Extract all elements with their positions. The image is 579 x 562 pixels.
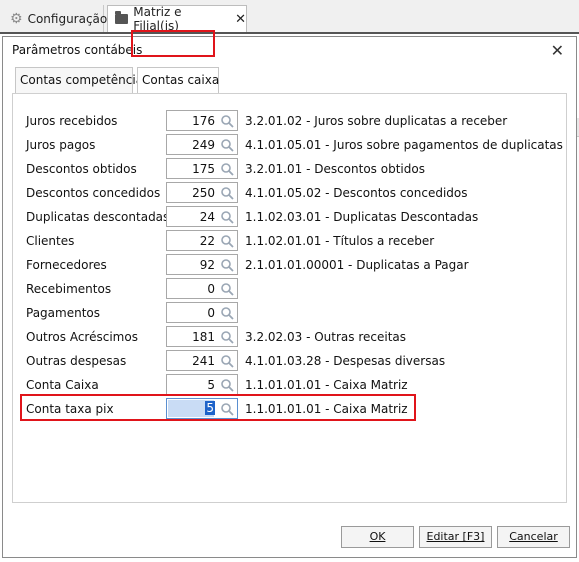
account-code-input[interactable]: 181 <box>166 326 238 347</box>
account-code-value: 175 <box>192 162 215 176</box>
tab-matriz-filial[interactable]: Matriz e Filial(is) ✕ <box>107 5 247 33</box>
folder-icon <box>115 11 129 24</box>
tab-contas-caixa[interactable]: Contas caixa <box>137 67 219 93</box>
account-description: 1.1.02.03.01 - Duplicatas Descontadas <box>245 210 479 224</box>
account-description: 1.1.01.01.01 - Caixa Matriz <box>245 402 408 416</box>
parametros-contabeis-dialog: Parâmetros contábeis ✕ Contas competênci… <box>2 36 577 558</box>
search-icon[interactable] <box>220 114 234 128</box>
account-code-input[interactable]: 24 <box>166 206 238 227</box>
account-code-input[interactable]: 249 <box>166 134 238 155</box>
search-icon[interactable] <box>220 210 234 224</box>
field-label: Conta taxa pix <box>26 402 114 416</box>
search-icon[interactable] <box>220 234 234 248</box>
field-label: Outros Acréscimos <box>26 330 138 344</box>
search-icon[interactable] <box>220 162 234 176</box>
tab-contas-competencia[interactable]: Contas competência <box>15 67 143 93</box>
account-code-value: 22 <box>199 234 215 248</box>
form-row: Outras despesas 241 4.1.01.03.28 - Despesa… <box>13 350 568 372</box>
account-code-value: 0 <box>207 306 215 320</box>
contas-caixa-panel: Juros recebidos 176 3.2.01.02 - Juros sobr… <box>12 93 567 503</box>
account-code-input[interactable]: 22 <box>166 230 238 251</box>
search-icon[interactable] <box>220 138 234 152</box>
account-code-value: 249 <box>192 138 215 152</box>
account-description: 3.2.01.02 - Juros sobre duplicatas a rec… <box>245 114 508 128</box>
account-code-value: 5 <box>205 401 215 415</box>
search-icon[interactable] <box>220 186 234 200</box>
field-label: Juros pagos <box>26 138 96 152</box>
account-code-value: 5 <box>207 378 215 392</box>
account-description: 3.2.01.01 - Descontos obtidos <box>245 162 425 176</box>
account-code-value: 250 <box>192 186 215 200</box>
form-row: Conta taxa pix 5 1.1.01.01.01 - Caixa Matr… <box>13 398 568 420</box>
field-label: Descontos obtidos <box>26 162 137 176</box>
field-label: Pagamentos <box>26 306 100 320</box>
field-label: Recebimentos <box>26 282 112 296</box>
account-code-input[interactable]: 0 <box>166 278 238 299</box>
account-code-input[interactable]: 241 <box>166 350 238 371</box>
form-row: Pagamentos 0 <box>13 302 568 324</box>
tab-configuracao-label: Configuração <box>27 11 108 26</box>
app-tab-strip: ⚙ Configuração Matriz e Filial(is) ✕ <box>0 0 579 34</box>
account-code-value: 181 <box>192 330 215 344</box>
field-label: Conta Caixa <box>26 378 99 392</box>
field-label: Clientes <box>26 234 75 248</box>
search-icon[interactable] <box>220 282 234 296</box>
account-code-value: 92 <box>199 258 215 272</box>
tab-configuracao[interactable]: ⚙ Configuração <box>0 5 107 32</box>
account-code-input[interactable]: 92 <box>166 254 238 275</box>
cancel-button[interactable]: Cancelar <box>497 526 570 548</box>
form-row: Fornecedores 92 2.1.01.01.00001 - Duplicat… <box>13 254 568 276</box>
search-icon[interactable] <box>220 402 234 416</box>
edit-button[interactable]: Editar [F3] <box>419 526 492 548</box>
search-icon[interactable] <box>220 306 234 320</box>
field-label: Juros recebidos <box>26 114 118 128</box>
search-icon[interactable] <box>220 258 234 272</box>
tab-matriz-filial-label: Matriz e Filial(is) <box>133 5 182 33</box>
field-label: Outras despesas <box>26 354 127 368</box>
form-row: Descontos concedidos 250 4.1.01.05.02 - De… <box>13 182 568 204</box>
account-code-input[interactable]: 5 <box>166 374 238 395</box>
account-description: 1.1.02.01.01 - Títulos a receber <box>245 234 435 248</box>
form-row: Clientes 22 1.1.02.01.01 - Títulos a receb… <box>13 230 568 252</box>
search-icon[interactable] <box>220 354 234 368</box>
account-code-input[interactable]: 5 <box>166 398 238 419</box>
dialog-title: Parâmetros contábeis <box>12 43 143 57</box>
form-row: Conta Caixa 5 1.1.01.01.01 - Caixa Matriz <box>13 374 568 396</box>
account-code-value: 24 <box>199 210 215 224</box>
form-row: Juros pagos 249 4.1.01.05.01 - Juros sobre… <box>13 134 568 156</box>
search-icon[interactable] <box>220 378 234 392</box>
form-row: Recebimentos 0 <box>13 278 568 300</box>
account-description: 2.1.01.01.00001 - Duplicatas a Pagar <box>245 258 469 272</box>
account-description: 3.2.02.03 - Outras receitas <box>245 330 406 344</box>
account-description: 4.1.01.05.02 - Descontos concedidos <box>245 186 468 200</box>
ok-button[interactable]: OK <box>341 526 414 548</box>
account-code-input[interactable]: 250 <box>166 182 238 203</box>
account-code-input[interactable]: 176 <box>166 110 238 131</box>
gear-icon: ⚙ <box>10 10 23 27</box>
field-label: Fornecedores <box>26 258 107 272</box>
account-code-input[interactable]: 175 <box>166 158 238 179</box>
account-code-value: 0 <box>207 282 215 296</box>
field-label: Duplicatas descontadas <box>26 210 170 224</box>
account-code-value: 241 <box>192 354 215 368</box>
form-row: Juros recebidos 176 3.2.01.02 - Juros sobr… <box>13 110 568 132</box>
field-label: Descontos concedidos <box>26 186 161 200</box>
form-row: Duplicatas descontadas 24 1.1.02.03.01 - D… <box>13 206 568 228</box>
account-description: 1.1.01.01.01 - Caixa Matriz <box>245 378 408 392</box>
close-icon[interactable]: ✕ <box>551 41 564 60</box>
tab-strip-divider <box>0 32 579 34</box>
account-description: 4.1.01.03.28 - Despesas diversas <box>245 354 446 368</box>
form-row: Outros Acréscimos 181 3.2.02.03 - Outras r… <box>13 326 568 348</box>
tab-close-icon[interactable]: ✕ <box>235 12 246 27</box>
account-description: 4.1.01.05.01 - Juros sobre pagamentos de… <box>245 138 563 152</box>
search-icon[interactable] <box>220 330 234 344</box>
account-code-input[interactable]: 0 <box>166 302 238 323</box>
account-code-value: 176 <box>192 114 215 128</box>
form-row: Descontos obtidos 175 3.2.01.01 - Desconto… <box>13 158 568 180</box>
